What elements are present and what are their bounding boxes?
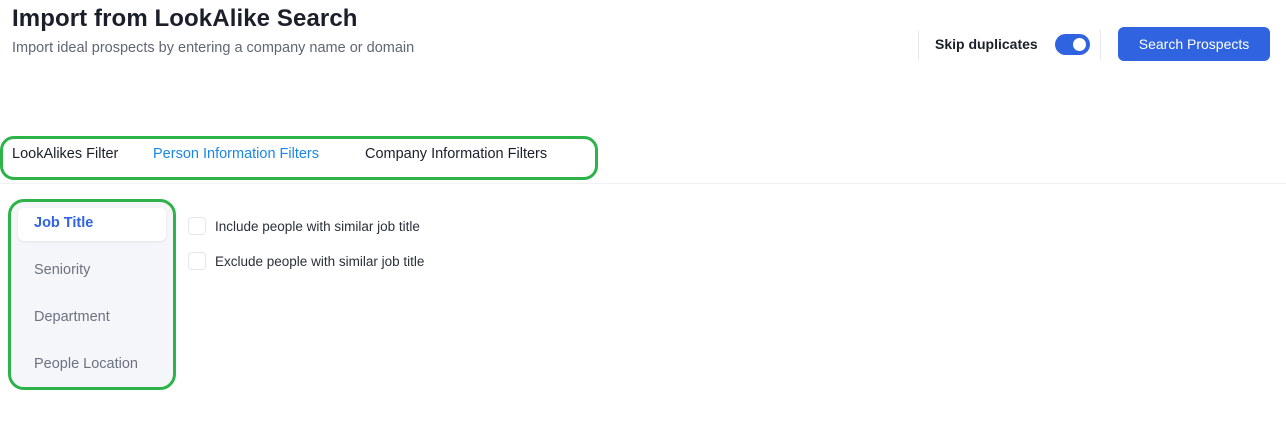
header-divider: [1100, 30, 1101, 60]
sidebar-item-seniority[interactable]: Seniority: [34, 262, 90, 278]
page-title: Import from LookAlike Search: [12, 5, 358, 32]
header-divider: [918, 30, 919, 60]
skip-duplicates-toggle[interactable]: [1055, 34, 1090, 55]
include-similar-label: Include people with similar job title: [215, 218, 420, 234]
tab-person-information-filters[interactable]: Person Information Filters: [153, 146, 319, 162]
sidebar-item-people-location[interactable]: People Location: [34, 356, 138, 372]
skip-duplicates-label: Skip duplicates: [935, 36, 1038, 52]
exclude-similar-job-title-option[interactable]: Exclude people with similar job title: [188, 251, 424, 271]
sidebar-item-department[interactable]: Department: [34, 309, 110, 325]
page-subtitle: Import ideal prospects by entering a com…: [12, 40, 415, 56]
include-similar-job-title-option[interactable]: Include people with similar job title: [188, 216, 420, 236]
tab-company-information-filters[interactable]: Company Information Filters: [365, 146, 547, 162]
toggle-knob: [1073, 38, 1086, 51]
include-similar-checkbox[interactable]: [188, 217, 206, 235]
sidebar-item-job-title[interactable]: Job Title: [34, 215, 93, 231]
exclude-similar-checkbox[interactable]: [188, 252, 206, 270]
tabs-divider: [0, 183, 1286, 184]
exclude-similar-label: Exclude people with similar job title: [215, 253, 425, 269]
tab-lookalikes-filter[interactable]: LookAlikes Filter: [12, 146, 118, 162]
search-prospects-button[interactable]: Search Prospects: [1118, 27, 1270, 61]
